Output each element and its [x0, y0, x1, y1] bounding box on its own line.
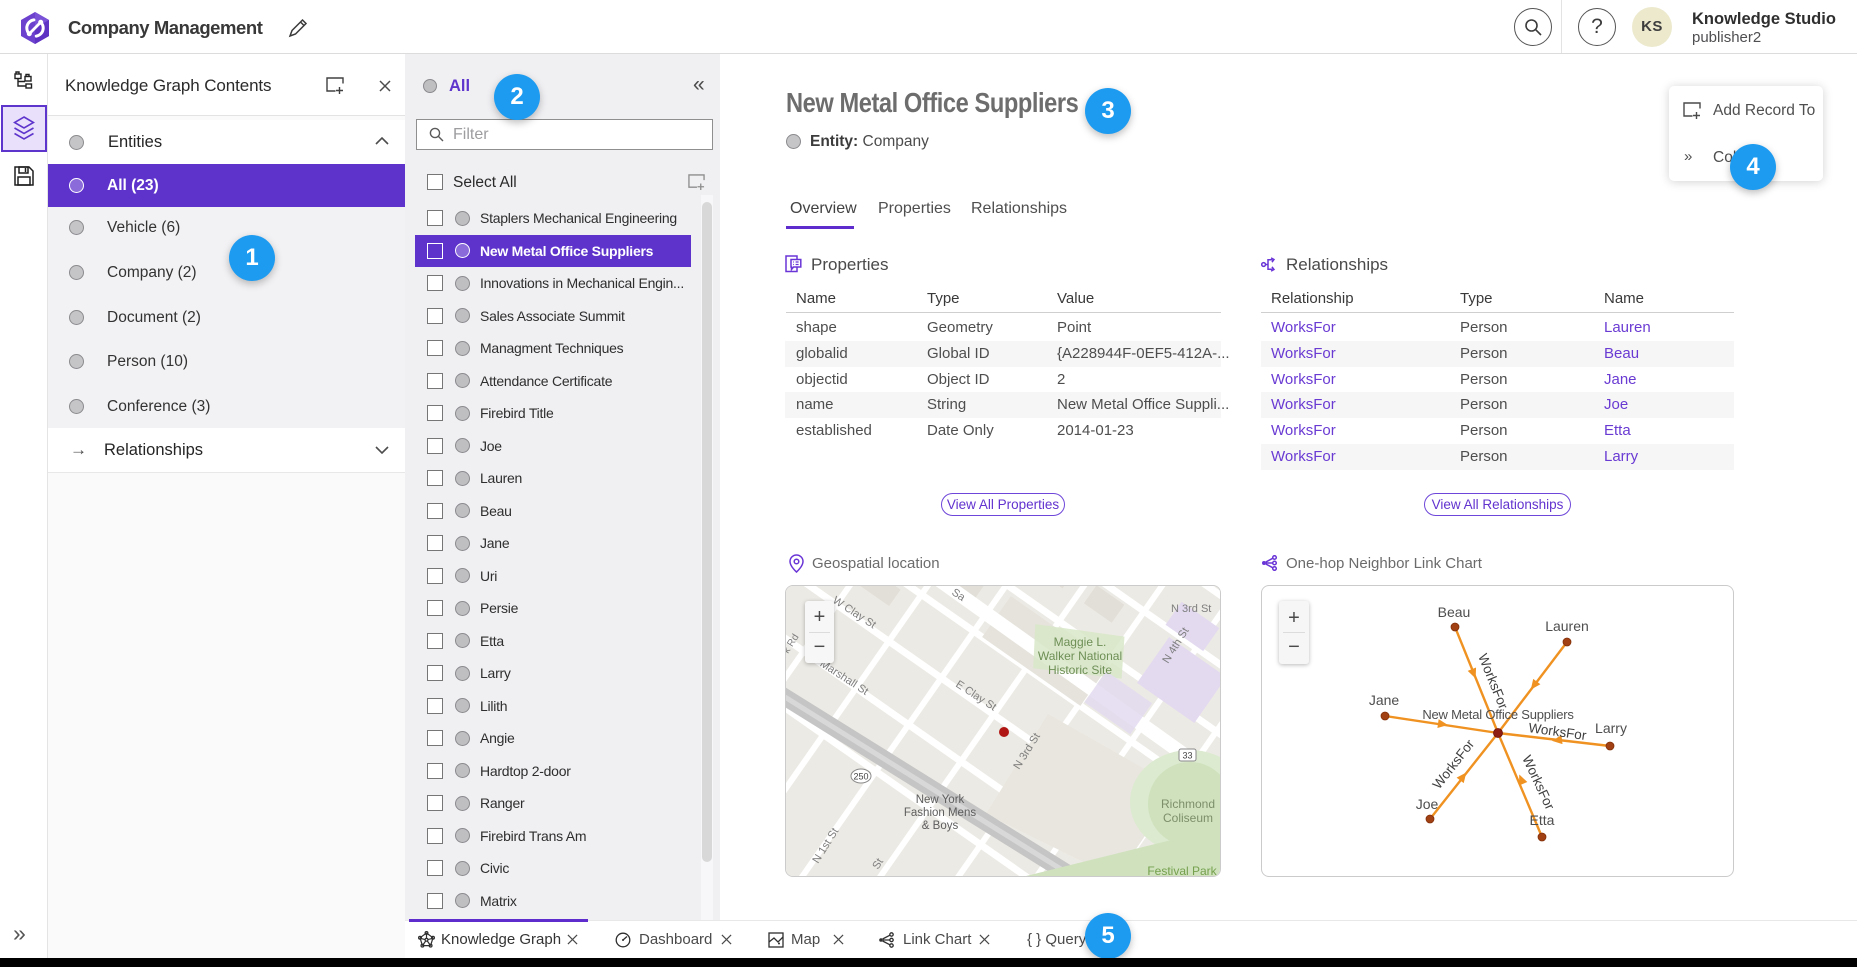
svg-text:Joe: Joe — [1416, 796, 1439, 812]
svg-text:WorksFor: WorksFor — [1430, 736, 1478, 792]
svg-text:Coliseum: Coliseum — [1163, 811, 1213, 825]
svg-text:Festival Park: Festival Park — [1147, 864, 1217, 876]
svg-text:Etta: Etta — [1530, 812, 1555, 828]
svg-text:Lauren: Lauren — [1545, 618, 1589, 634]
svg-text:Fashion Mens: Fashion Mens — [904, 807, 976, 819]
svg-text:New Metal Office Suppliers: New Metal Office Suppliers — [1422, 707, 1574, 722]
svg-text:Historic Site: Historic Site — [1048, 663, 1112, 677]
svg-text:Maggie L.: Maggie L. — [1054, 635, 1107, 649]
svg-text:WorksFor: WorksFor — [1475, 652, 1511, 712]
svg-text:Walker National: Walker National — [1038, 649, 1122, 663]
svg-text:250: 250 — [853, 772, 868, 782]
svg-text:Richmond: Richmond — [1161, 797, 1215, 811]
svg-text:& Boys: & Boys — [922, 820, 959, 832]
svg-text:New York: New York — [916, 794, 965, 806]
svg-text:33: 33 — [1182, 751, 1192, 761]
svg-text:Beau: Beau — [1438, 604, 1471, 620]
svg-text:N 3rd St: N 3rd St — [1171, 603, 1211, 615]
svg-text:Larry: Larry — [1595, 720, 1627, 736]
svg-text:Jane: Jane — [1369, 692, 1400, 708]
